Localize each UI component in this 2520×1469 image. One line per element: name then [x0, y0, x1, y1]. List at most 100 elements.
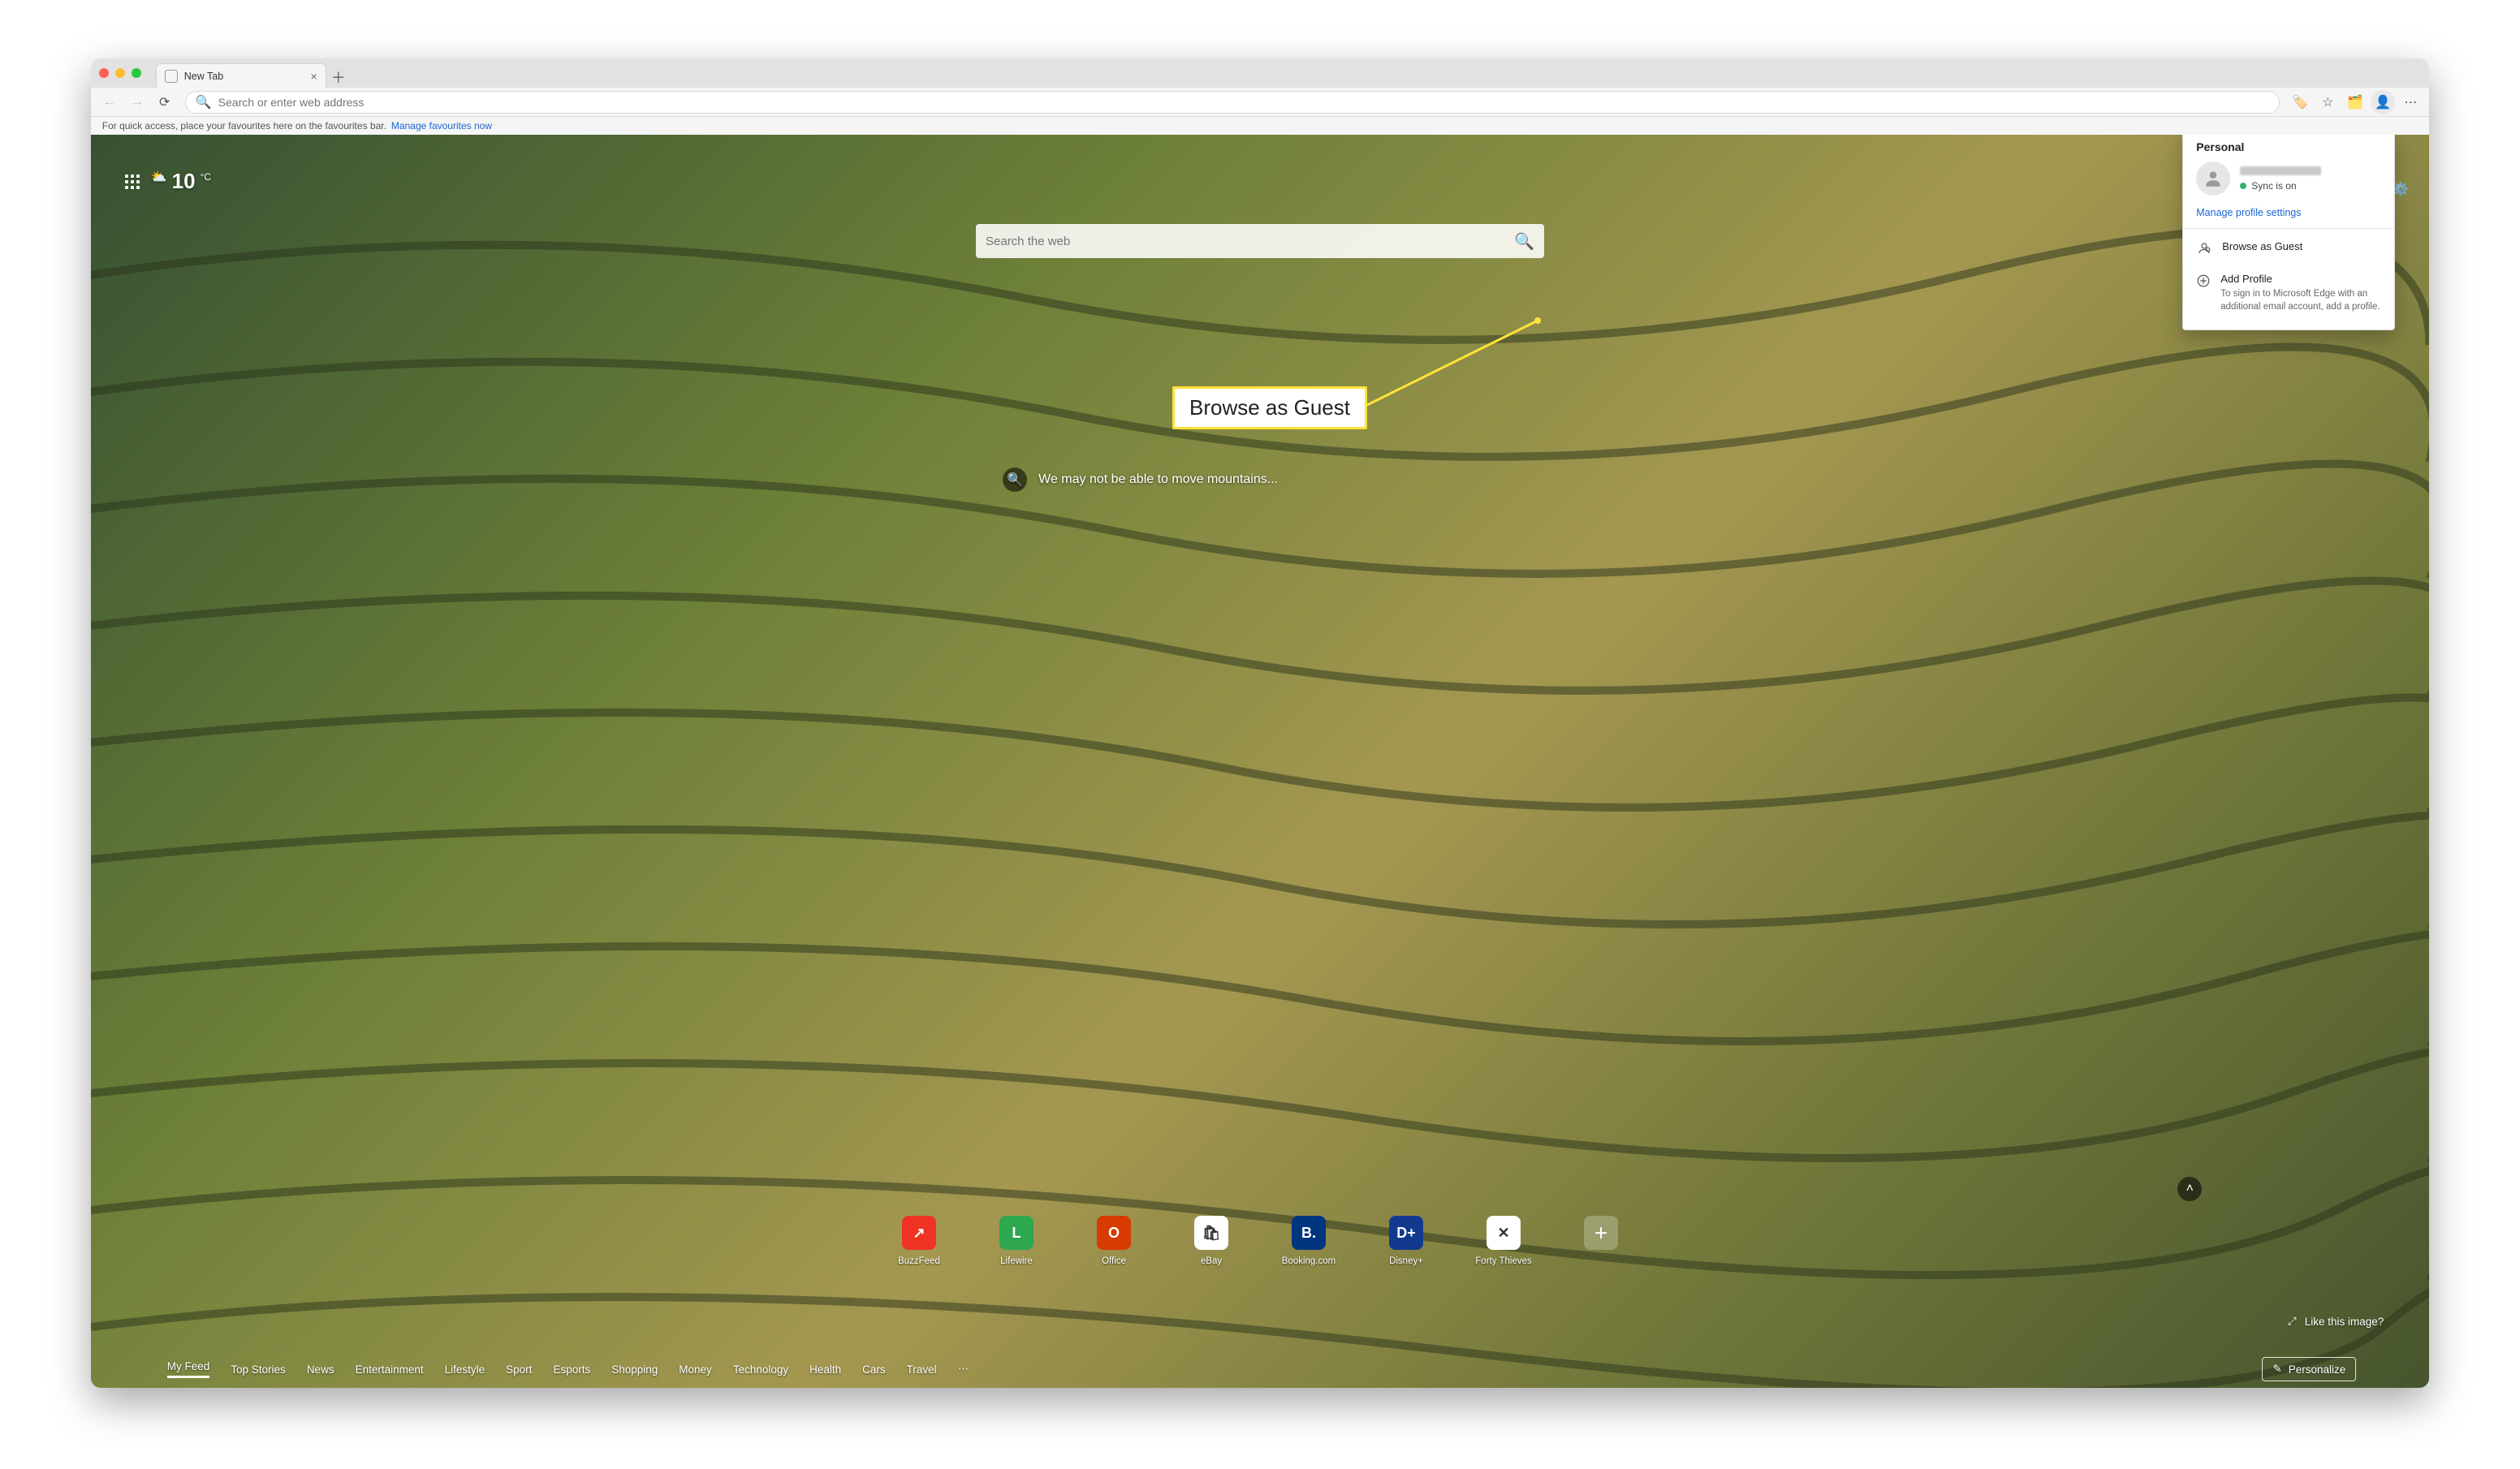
- feed-tab[interactable]: Cars: [862, 1363, 886, 1376]
- more-button[interactable]: ⋯: [2398, 90, 2423, 114]
- add-profile-sub: To sign in to Microsoft Edge with an add…: [2220, 288, 2381, 313]
- tile-label: eBay: [1201, 1256, 1222, 1266]
- sync-status: Sync is on: [2240, 180, 2321, 192]
- reload-button[interactable]: ⟳: [153, 90, 177, 114]
- shopping-button[interactable]: 🏷️: [2288, 90, 2312, 114]
- quick-link-tile[interactable]: ✕Forty Thieves: [1479, 1216, 1528, 1266]
- feed-tabs: My Feed Top Stories News Entertainment Lifes…: [91, 1351, 2430, 1388]
- feed-tab[interactable]: Money: [679, 1363, 712, 1376]
- sync-status-text: Sync is on: [2251, 180, 2296, 192]
- close-tab-button[interactable]: ×: [311, 70, 317, 83]
- arrow-right-icon: →: [131, 95, 144, 110]
- titlebar: New Tab × ＋: [91, 58, 2430, 88]
- quick-link-tile[interactable]: ↗BuzzFeed: [895, 1216, 943, 1266]
- tile-label: Lifewire: [1000, 1256, 1033, 1266]
- weather-widget[interactable]: ⛅ 10 °C: [151, 169, 211, 194]
- manage-profile-link[interactable]: Manage profile settings: [2183, 202, 2394, 228]
- like-image[interactable]: ⤢ Like this image?: [2288, 1315, 2384, 1328]
- feed-more-button[interactable]: ⋯: [958, 1363, 969, 1376]
- feed-tab[interactable]: Shopping: [611, 1363, 658, 1376]
- tile-icon: O: [1097, 1216, 1131, 1250]
- feed-tab[interactable]: Sport: [506, 1363, 532, 1376]
- avatar: [2196, 162, 2230, 196]
- feed-tab[interactable]: My Feed: [167, 1360, 210, 1378]
- quick-link-tile[interactable]: O Office: [1090, 1216, 1138, 1266]
- feed-tab[interactable]: Travel: [907, 1363, 937, 1376]
- collections-button[interactable]: 🗂️: [2343, 90, 2367, 114]
- plus-icon: ＋: [1584, 1216, 1618, 1250]
- expand-icon: ⤢: [2288, 1315, 2297, 1328]
- back-button[interactable]: ←: [97, 90, 122, 114]
- quick-links: ↗BuzzFeed L Lifewire O Office 🛍eBay B.Booking.…: [895, 1216, 1625, 1266]
- search-icon: 🔍: [1007, 472, 1023, 488]
- ntp-search-submit[interactable]: 🔍: [1514, 231, 1534, 252]
- browser-window: New Tab × ＋ ← → ⟳ 🔍 🏷️ ☆ 🗂️ 👤 ⋯ For quic…: [91, 58, 2430, 1388]
- quick-link-tile[interactable]: B.Booking.com: [1284, 1216, 1333, 1266]
- omnibox[interactable]: 🔍: [185, 91, 2281, 114]
- separator: [2183, 228, 2394, 229]
- feed-tab[interactable]: Health: [809, 1363, 841, 1376]
- annotation-line-icon: [1367, 316, 1546, 413]
- reload-icon: ⟳: [159, 94, 170, 110]
- feed-tab[interactable]: Top Stories: [231, 1363, 286, 1376]
- browse-as-guest-label: Browse as Guest: [2222, 240, 2302, 252]
- tile-label: [1599, 1256, 1602, 1266]
- profile-button[interactable]: 👤: [2371, 90, 2395, 114]
- manage-favourites-link[interactable]: Manage favourites now: [391, 120, 492, 131]
- minimize-window-button[interactable]: [115, 68, 125, 78]
- tab-title: New Tab: [184, 71, 223, 82]
- favourites-bar: For quick access, place your favourites …: [91, 117, 2430, 135]
- weather-temp: 10: [172, 169, 196, 194]
- personalize-label: Personalize: [2289, 1363, 2346, 1376]
- new-tab-button[interactable]: ＋: [326, 67, 351, 88]
- add-profile-item[interactable]: Add Profile To sign in to Microsoft Edge…: [2183, 265, 2394, 321]
- browser-tab[interactable]: New Tab ×: [156, 63, 326, 88]
- toolbar: ← → ⟳ 🔍 🏷️ ☆ 🗂️ 👤 ⋯: [91, 88, 2430, 117]
- app-launcher-button[interactable]: [125, 174, 140, 189]
- chevron-up-icon: ˄: [2186, 1182, 2194, 1196]
- profile-row: Sync is on: [2183, 162, 2394, 202]
- add-profile-label: Add Profile: [2220, 273, 2381, 285]
- address-input[interactable]: [218, 96, 2270, 109]
- tile-label: Forty Thieves: [1475, 1256, 1531, 1266]
- favourites-button[interactable]: ☆: [2315, 90, 2340, 114]
- tab-favicon: [165, 70, 178, 83]
- add-quick-link-button[interactable]: ＋: [1577, 1216, 1625, 1266]
- quick-link-tile[interactable]: 🛍eBay: [1187, 1216, 1236, 1266]
- feed-tab[interactable]: Esports: [553, 1363, 590, 1376]
- tile-icon: B.: [1292, 1216, 1326, 1250]
- ntp-search-input[interactable]: [986, 235, 1514, 248]
- quote-text: We may not be able to move mountains...: [1038, 472, 1278, 487]
- tile-label: Disney+: [1389, 1256, 1423, 1266]
- tile-label: BuzzFeed: [898, 1256, 940, 1266]
- collections-icon: 🗂️: [2347, 94, 2363, 110]
- profile-flyout: Personal Sync is on Manage profile setti…: [2182, 135, 2395, 330]
- feed-tab[interactable]: Lifestyle: [445, 1363, 485, 1376]
- quick-link-tile[interactable]: D+Disney+: [1382, 1216, 1430, 1266]
- plus-circle-icon: [2196, 273, 2211, 289]
- feed-tab[interactable]: Technology: [733, 1363, 788, 1376]
- person-icon: 👤: [2375, 94, 2391, 110]
- page-quick-area: ⛅ 10 °C: [125, 169, 211, 194]
- tile-icon: L: [999, 1216, 1033, 1250]
- weather-icon: ⛅: [151, 169, 167, 185]
- ntp-search[interactable]: 🔍: [976, 224, 1544, 258]
- forward-button[interactable]: →: [125, 90, 149, 114]
- tile-icon: ✕: [1487, 1216, 1521, 1250]
- tile-label: Office: [1102, 1256, 1126, 1266]
- profile-flyout-heading: Personal: [2183, 140, 2394, 162]
- profile-name-redacted: [2240, 166, 2321, 175]
- person-icon: [2203, 168, 2224, 189]
- close-window-button[interactable]: [99, 68, 109, 78]
- quick-link-tile[interactable]: L Lifewire: [992, 1216, 1041, 1266]
- quote-search-button[interactable]: 🔍: [1003, 467, 1027, 492]
- tag-icon: 🏷️: [2292, 94, 2308, 110]
- feed-tab[interactable]: Entertainment: [356, 1363, 424, 1376]
- image-quote: 🔍 We may not be able to move mountains..…: [1003, 467, 1278, 492]
- personalize-button[interactable]: ✎Personalize: [2262, 1357, 2356, 1381]
- favourites-bar-text: For quick access, place your favourites …: [102, 120, 386, 131]
- maximize-window-button[interactable]: [132, 68, 141, 78]
- status-dot-icon: [2240, 183, 2246, 189]
- feed-tab[interactable]: News: [307, 1363, 334, 1376]
- browse-as-guest-item[interactable]: Browse as Guest: [2183, 232, 2394, 265]
